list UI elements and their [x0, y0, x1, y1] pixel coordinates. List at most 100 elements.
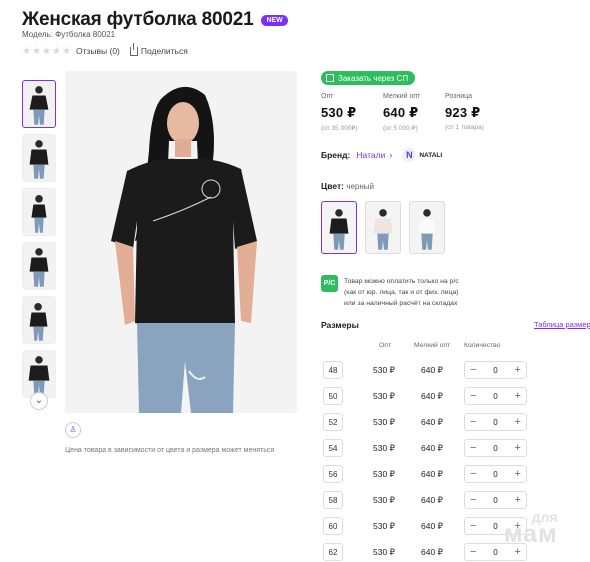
size-label: 48: [323, 361, 343, 379]
size-label: 60: [323, 517, 343, 535]
person-icon[interactable]: ♙: [65, 422, 81, 438]
chevron-right-icon: ›: [389, 150, 393, 160]
payment-line: или за наличный расчёт на складах: [344, 300, 458, 307]
price-condition: (от 5 000 ₽): [383, 125, 418, 132]
small-opt-price: 640 ₽: [421, 468, 443, 479]
model-photo-thumb: [31, 195, 47, 233]
watermark: для мам: [504, 510, 558, 546]
thumbnail-2[interactable]: [22, 134, 56, 182]
quantity-value[interactable]: 0: [493, 366, 497, 375]
price-condition: (от 1 товара): [445, 124, 484, 131]
model-photo-thumb: [29, 248, 49, 287]
model-photo-thumb: [29, 303, 48, 341]
minus-button[interactable]: −: [470, 391, 476, 402]
small-opt-price: 640 ₽: [421, 494, 443, 505]
color-label: Цвет:: [321, 181, 344, 191]
opt-price: 530 ₽: [373, 416, 395, 427]
minus-button[interactable]: −: [470, 521, 476, 532]
model-photo-thumb: [373, 209, 393, 250]
size-row: 48 530 ₽ 640 ₽ − 0 +: [323, 357, 590, 383]
size-label: 56: [323, 465, 343, 483]
size-row: 56 530 ₽ 640 ₽ − 0 +: [323, 461, 590, 487]
size-label: 62: [323, 543, 343, 561]
plus-button[interactable]: +: [515, 417, 521, 428]
cart-icon: [326, 74, 334, 82]
quantity-value[interactable]: 0: [493, 522, 497, 531]
size-row: 52 530 ₽ 640 ₽ − 0 +: [323, 409, 590, 435]
model-photo-thumb: [417, 209, 437, 250]
thumbnail-6[interactable]: [22, 350, 56, 398]
color-swatch-white[interactable]: [409, 201, 445, 254]
minus-button[interactable]: −: [470, 469, 476, 480]
rating-stars[interactable]: ★ ★ ★ ★ ★: [22, 45, 71, 57]
opt-price: 530 ₽: [373, 494, 395, 505]
order-via-sp-button[interactable]: Заказать через СП: [321, 71, 416, 85]
quantity-value[interactable]: 0: [493, 496, 497, 505]
column-header-opt: Опт: [379, 342, 392, 349]
size-label: 58: [323, 491, 343, 509]
thumbnail-4[interactable]: [22, 242, 56, 290]
opt-price: 530 ₽: [373, 468, 395, 479]
quantity-value[interactable]: 0: [493, 418, 497, 427]
small-opt-price: 640 ₽: [421, 416, 443, 427]
main-product-image[interactable]: [65, 71, 297, 413]
color-value: черный: [346, 182, 375, 191]
thumbnail-1[interactable]: [22, 80, 56, 128]
star-icon: ★: [52, 45, 61, 57]
thumbnail-3[interactable]: [22, 188, 56, 236]
size-label: 54: [323, 439, 343, 457]
price-value: 530 ₽: [321, 105, 357, 120]
minus-button[interactable]: −: [470, 417, 476, 428]
price-tiers: Опт 530 ₽ (от 35 000₽) Мелкий опт 640 ₽ …: [321, 93, 507, 132]
quantity-value[interactable]: 0: [493, 470, 497, 479]
quantity-value[interactable]: 0: [493, 548, 497, 557]
share-label: Поделиться: [140, 46, 188, 56]
thumbnail-5[interactable]: [22, 296, 56, 344]
payment-info: Р/С Товар можно оплатить только на р/с (…: [321, 275, 459, 309]
star-icon: ★: [62, 45, 71, 57]
quantity-value[interactable]: 0: [493, 444, 497, 453]
plus-button[interactable]: +: [515, 495, 521, 506]
price-label: Опт: [321, 93, 334, 100]
brand-logo[interactable]: N NATALI: [402, 148, 442, 162]
small-opt-price: 640 ₽: [421, 520, 443, 531]
page-title: Женская футболка 80021: [22, 9, 254, 30]
plus-button[interactable]: +: [515, 469, 521, 480]
new-badge: NEW: [261, 14, 288, 26]
minus-button[interactable]: −: [470, 547, 476, 558]
size-label: 52: [323, 413, 343, 431]
quantity-stepper: − 0 +: [464, 387, 527, 405]
color-swatch-beige[interactable]: [365, 201, 401, 254]
minus-button[interactable]: −: [470, 495, 476, 506]
color-row: Цвет: черный: [321, 181, 374, 191]
chevron-down-icon[interactable]: ⌄: [30, 392, 48, 410]
quantity-stepper: − 0 +: [464, 361, 527, 379]
color-swatches: [321, 201, 445, 254]
minus-button[interactable]: −: [470, 443, 476, 454]
quantity-value[interactable]: 0: [493, 392, 497, 401]
plus-button[interactable]: +: [515, 547, 521, 558]
size-chart-link[interactable]: Таблица размеров: [534, 320, 590, 329]
plus-button[interactable]: +: [515, 443, 521, 454]
model-photo: [65, 71, 297, 413]
price-label: Мелкий опт: [383, 93, 421, 100]
small-opt-price: 640 ₽: [421, 364, 443, 375]
plus-button[interactable]: +: [515, 391, 521, 402]
plus-button[interactable]: +: [515, 365, 521, 376]
reviews-link[interactable]: Отзывы (0): [76, 46, 120, 56]
price-value: 923 ₽: [445, 105, 481, 120]
share-button[interactable]: Поделиться: [129, 42, 188, 56]
quantity-stepper: − 0 +: [464, 491, 527, 509]
minus-button[interactable]: −: [470, 365, 476, 376]
brand-label: Бренд:: [321, 150, 351, 160]
model-photo-thumb: [329, 209, 349, 250]
column-header-small-opt: Мелкий опт: [414, 342, 451, 349]
price-tier-small-opt: Мелкий опт 640 ₽ (от 5 000 ₽): [383, 93, 445, 132]
brand-row: Бренд: Натали › N NATALI: [321, 148, 442, 162]
color-swatch-black[interactable]: [321, 201, 357, 254]
brand-link[interactable]: Натали: [356, 150, 385, 160]
star-icon: ★: [42, 45, 51, 57]
star-icon: ★: [32, 45, 41, 57]
size-label: 50: [323, 387, 343, 405]
price-tier-opt: Опт 530 ₽ (от 35 000₽): [321, 93, 383, 132]
